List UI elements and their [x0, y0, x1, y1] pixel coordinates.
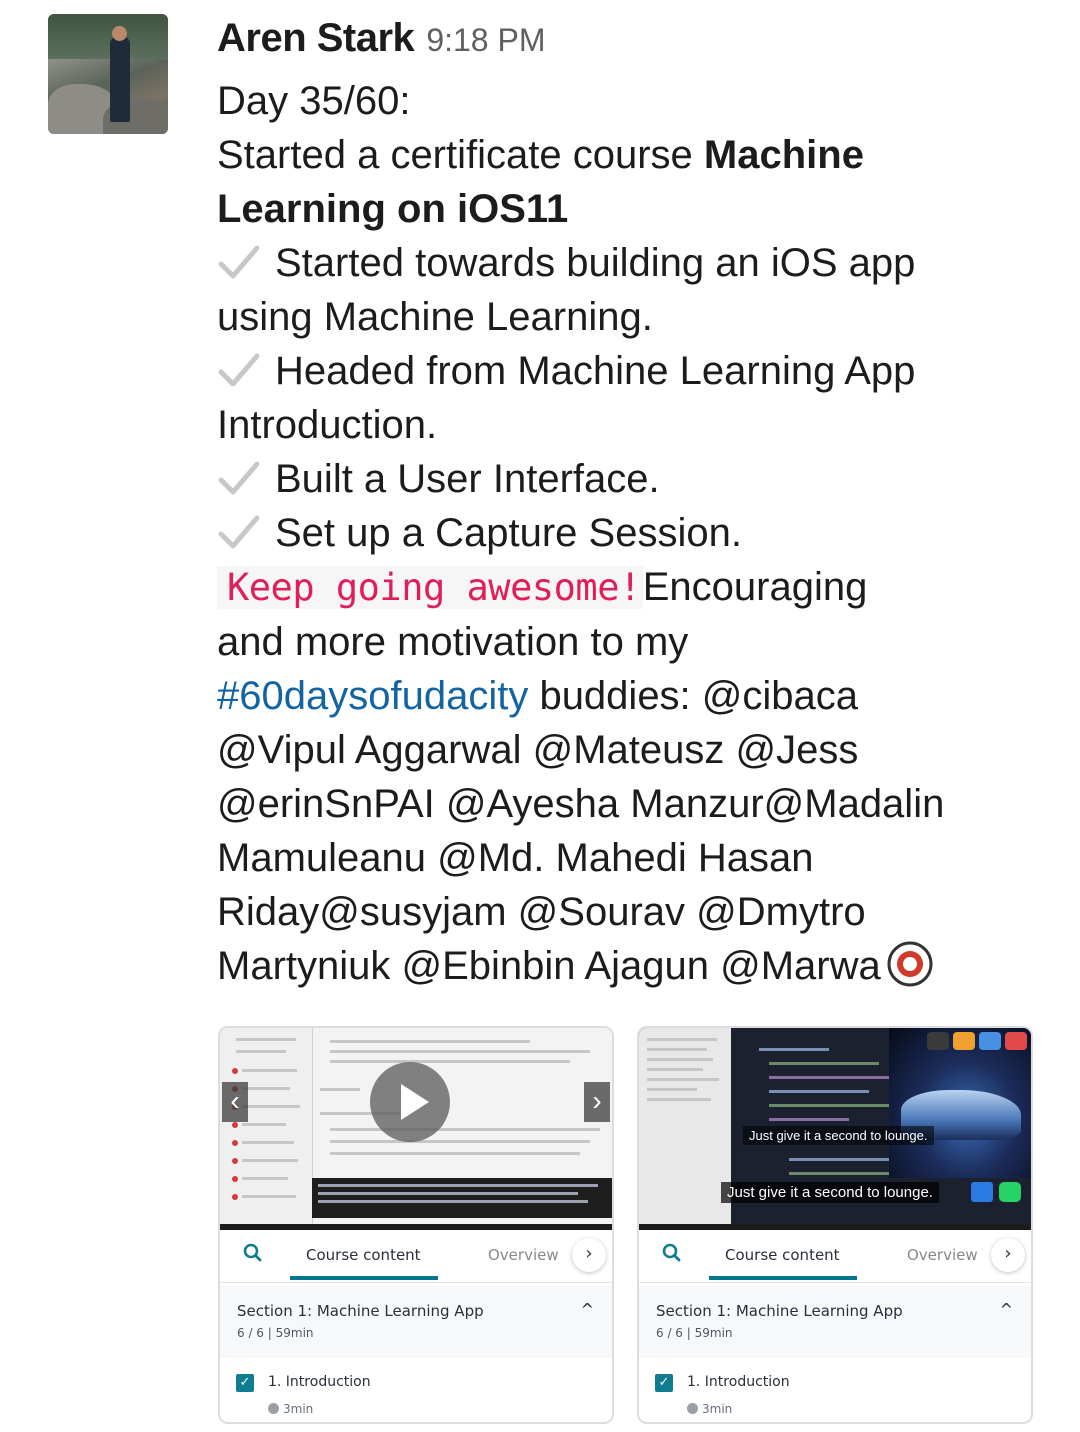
completed-checkbox[interactable]: ✓ [655, 1374, 673, 1392]
clock-icon [268, 1403, 279, 1414]
check-line: Built a User Interface. [217, 452, 1017, 506]
clock-icon [687, 1403, 698, 1414]
lecture-title: 1. Introduction [687, 1374, 790, 1390]
attachment-image[interactable]: ‹ › Course content Overview › Section 1:… [218, 1026, 614, 1424]
chevron-right-icon[interactable]: › [991, 1238, 1025, 1272]
check-line: Started towards building an iOS app [217, 236, 1017, 290]
check-mark-icon [217, 512, 261, 552]
check-mark-icon [217, 458, 261, 498]
mention-line: Martyniuk @Ebinbin Ajagun @Marwa [217, 939, 1017, 993]
section-meta: 6 / 6 | 59min [237, 1326, 314, 1340]
chevron-up-icon[interactable]: ^ [581, 1300, 594, 1319]
sender-name[interactable]: Aren Stark [217, 16, 415, 61]
mention-line: @Vipul Aggarwal @Mateusz @Jess [217, 728, 859, 772]
lecture-duration: 3min [268, 1402, 313, 1416]
check-text: Started towards building an iOS app [275, 241, 916, 285]
tab-course-content[interactable]: Course content [306, 1246, 421, 1264]
inline-code: Keep going awesome! [217, 566, 643, 609]
course-panel: Course content Overview › Section 1: Mac… [220, 1230, 612, 1422]
previous-arrow-icon[interactable]: ‹ [222, 1082, 248, 1122]
course-section[interactable]: Section 1: Machine Learning App 6 / 6 | … [220, 1286, 612, 1358]
course-section[interactable]: Section 1: Machine Learning App 6 / 6 | … [639, 1286, 1031, 1358]
chevron-right-icon[interactable]: › [572, 1238, 606, 1272]
message: Aren Stark 9:18 PM Day 35/60: Started a … [217, 16, 1017, 993]
message-line: and more motivation to my [217, 620, 689, 664]
hashtag-link[interactable]: #60daysofudacity [217, 674, 528, 718]
check-text: Set up a Capture Session. [275, 511, 742, 555]
active-tab-indicator [290, 1276, 438, 1280]
course-panel: Course content Overview › Section 1: Mac… [639, 1230, 1031, 1422]
avatar[interactable] [48, 14, 168, 134]
attachment-image[interactable]: Just give it a second to lounge. Just gi… [637, 1026, 1033, 1424]
app-icons [927, 1032, 1027, 1050]
emoji-icon [887, 941, 933, 987]
lecture-item[interactable]: ✓ 1. Introduction 3min [639, 1360, 1031, 1422]
message-line: Started a certificate course Machine [217, 128, 1017, 182]
active-tab-indicator [709, 1276, 857, 1280]
check-text: Built a User Interface. [275, 457, 660, 501]
course-tabs: Course content Overview › [639, 1230, 1031, 1283]
tab-overview[interactable]: Overview [907, 1246, 978, 1264]
lecture-title: 1. Introduction [268, 1374, 371, 1390]
check-line: Set up a Capture Session. [217, 506, 1017, 560]
check-mark-icon [217, 350, 261, 390]
video-subtitle: Just give it a second to lounge. [743, 1126, 934, 1145]
mention-line: @erinSnPAI @Ayesha Manzur@Madalin [217, 782, 945, 826]
video-thumbnail[interactable]: ‹ › [220, 1028, 612, 1224]
message-text: Encouraging [642, 565, 868, 609]
intro-text: Started a certificate course [217, 133, 704, 177]
next-arrow-icon[interactable]: › [584, 1082, 610, 1122]
mention-text: Martyniuk @Ebinbin Ajagun @Marwa [217, 944, 881, 988]
mention-line: Riday@susyjam @Sourav @Dmytro [217, 890, 866, 934]
message-body: Day 35/60: Started a certificate course … [217, 74, 1017, 993]
tab-overview[interactable]: Overview [488, 1246, 559, 1264]
mention-text: buddies: @cibaca [528, 674, 859, 718]
message-line: Keep going awesome!Encouraging [217, 560, 1017, 615]
lecture-duration: 3min [687, 1402, 732, 1416]
duration-text: 3min [283, 1402, 314, 1416]
play-button[interactable] [370, 1062, 450, 1142]
video-subtitle: Just give it a second to lounge. [721, 1182, 939, 1203]
chevron-up-icon[interactable]: ^ [1000, 1300, 1013, 1319]
tab-course-content[interactable]: Course content [725, 1246, 840, 1264]
video-thumbnail[interactable]: Just give it a second to lounge. Just gi… [639, 1028, 1031, 1224]
mention-line: Mamuleanu @Md. Mahedi Hasan [217, 836, 814, 880]
check-mark-icon [217, 242, 261, 282]
lecture-item[interactable]: ✓ 1. Introduction 3min [220, 1360, 612, 1422]
section-meta: 6 / 6 | 59min [656, 1326, 733, 1340]
section-title: Section 1: Machine Learning App [237, 1302, 484, 1320]
message-timestamp[interactable]: 9:18 PM [426, 22, 545, 59]
message-line: Introduction. [217, 403, 438, 447]
message-header: Aren Stark 9:18 PM [217, 16, 1017, 74]
message-line: Day 35/60: [217, 79, 411, 123]
search-icon[interactable] [242, 1242, 264, 1264]
section-title: Section 1: Machine Learning App [656, 1302, 903, 1320]
messaging-app-icon [999, 1182, 1021, 1202]
message-line: Learning on iOS11 [217, 182, 1017, 236]
completed-checkbox[interactable]: ✓ [236, 1374, 254, 1392]
course-name-bold: Machine [703, 133, 864, 177]
navigation-app-icon [971, 1182, 993, 1202]
duration-text: 3min [702, 1402, 733, 1416]
message-line: using Machine Learning. [217, 295, 653, 339]
check-line: Headed from Machine Learning App [217, 344, 1017, 398]
search-icon[interactable] [661, 1242, 683, 1264]
course-name-bold: Learning on iOS11 [217, 187, 569, 231]
course-tabs: Course content Overview › [220, 1230, 612, 1283]
play-icon [401, 1084, 429, 1120]
message-line: #60daysofudacity buddies: @cibaca [217, 669, 1017, 723]
check-text: Headed from Machine Learning App [275, 349, 916, 393]
